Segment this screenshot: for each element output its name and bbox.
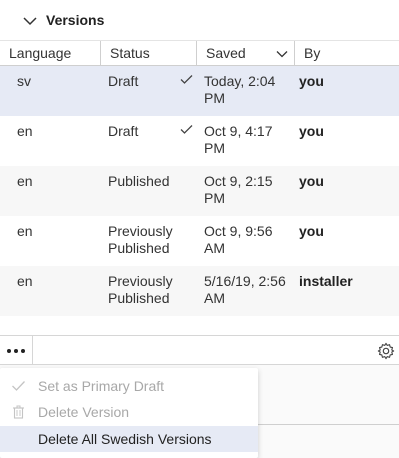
- check-icon: [180, 75, 193, 84]
- trash-icon: [13, 405, 24, 419]
- versions-panel-header[interactable]: Versions: [0, 0, 399, 41]
- menu-item-delete-version[interactable]: Delete Version: [0, 399, 258, 425]
- table-row[interactable]: sv Draft Today, 2:04 PM you: [0, 66, 399, 116]
- cell-saved: Oct 9, 4:17 PM: [204, 123, 273, 156]
- menu-item-label: Set as Primary Draft: [38, 378, 165, 394]
- column-label-by: By: [304, 45, 321, 61]
- gear-icon[interactable]: [377, 342, 395, 360]
- sort-descending-icon[interactable]: [276, 48, 288, 60]
- cell-status: Published: [108, 173, 170, 189]
- cell-language: en: [17, 173, 33, 189]
- column-label-language: Language: [9, 45, 72, 61]
- table-row[interactable]: en Published Oct 9, 2:15 PM you: [0, 166, 399, 216]
- ellipsis-dot: [21, 348, 25, 353]
- cell-saved: Oct 9, 2:15 PM: [204, 173, 273, 206]
- versions-table-header: Language Status Saved By: [0, 41, 399, 66]
- cell-language: en: [17, 273, 33, 289]
- more-actions-menu: Set as Primary Draft Delete Version Dele…: [0, 368, 258, 458]
- table-row[interactable]: en Previously Published 5/16/19, 2:56 AM i…: [0, 266, 399, 316]
- table-row[interactable]: en Previously Published Oct 9, 9:56 AM you: [0, 216, 399, 266]
- cell-saved: Oct 9, 9:56 AM: [204, 223, 273, 256]
- cell-by: you: [299, 223, 324, 239]
- check-icon: [12, 381, 25, 391]
- cell-language: en: [17, 223, 33, 239]
- chevron-down-icon[interactable]: [22, 13, 38, 29]
- cell-status: Previously Published: [108, 223, 173, 256]
- menu-item-delete-all-swedish-versions[interactable]: Delete All Swedish Versions: [0, 426, 258, 452]
- cell-status: Draft: [108, 123, 139, 139]
- cell-by: installer: [299, 273, 353, 289]
- versions-toolbar: [0, 335, 399, 365]
- menu-item-set-primary-draft[interactable]: Set as Primary Draft: [0, 373, 258, 399]
- cell-language: sv: [17, 73, 31, 89]
- menu-item-label: Delete Version: [38, 404, 130, 420]
- cell-saved: Today, 2:04 PM: [204, 73, 276, 106]
- panel-title: Versions: [46, 12, 105, 28]
- column-header-saved[interactable]: Saved: [196, 41, 294, 66]
- column-label-saved: Saved: [206, 45, 246, 61]
- column-header-language[interactable]: Language: [0, 41, 100, 66]
- ellipsis-icon: [7, 348, 11, 353]
- check-icon: [180, 125, 193, 134]
- ellipsis-dot: [14, 348, 18, 353]
- column-label-status: Status: [110, 45, 150, 61]
- cell-language: en: [17, 123, 33, 139]
- divider: [258, 424, 399, 425]
- menu-item-label: Delete All Swedish Versions: [38, 431, 212, 447]
- cell-status: Previously Published: [108, 273, 173, 306]
- more-actions-button[interactable]: [0, 336, 33, 365]
- cell-saved: 5/16/19, 2:56 AM: [204, 273, 286, 306]
- cell-by: you: [299, 123, 324, 139]
- cell-status: Draft: [108, 73, 139, 89]
- table-row[interactable]: en Draft Oct 9, 4:17 PM you: [0, 116, 399, 166]
- cell-by: you: [299, 73, 324, 89]
- cell-by: you: [299, 173, 324, 189]
- column-header-status[interactable]: Status: [100, 41, 196, 66]
- column-header-by[interactable]: By: [294, 41, 399, 66]
